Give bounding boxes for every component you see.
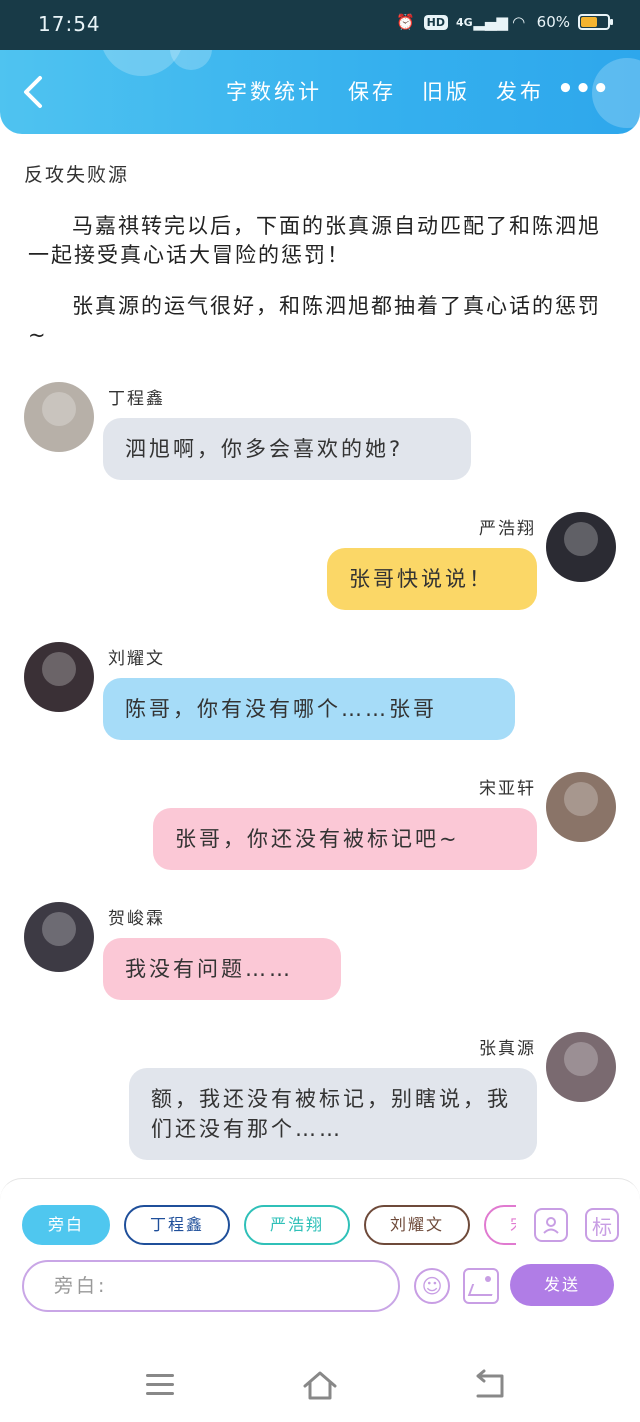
speaker-name: 宋亚轩	[479, 779, 536, 799]
send-button[interactable]: 发送	[510, 1264, 614, 1306]
role-chip[interactable]: 严浩翔	[244, 1205, 351, 1245]
chat-bubble[interactable]: 陈哥，你有没有哪个……张哥	[103, 678, 515, 740]
old-version-button[interactable]: 旧版	[422, 76, 470, 106]
back-button[interactable]	[18, 72, 54, 112]
more-button[interactable]: •••	[557, 74, 610, 104]
chat-bubble[interactable]: 额，我还没有被标记，别瞎说，我们还没有那个……	[129, 1068, 537, 1160]
avatar[interactable]	[24, 382, 94, 452]
avatar[interactable]	[24, 642, 94, 712]
story-title: 反攻失败源	[24, 164, 130, 186]
toolbar-actions: 字数统计 保存 旧版 发布	[226, 76, 544, 106]
avatar[interactable]	[546, 1032, 616, 1102]
person-card-icon[interactable]	[534, 1208, 568, 1242]
hd-icon: HD	[423, 14, 448, 30]
word-count-button[interactable]: 字数统计	[226, 76, 322, 106]
signal-icon: ▂▄▆	[473, 13, 508, 31]
battery-percent: 60%	[536, 13, 570, 31]
status-bar: 17:54 ⏰ HD 4G ▂▄▆ ◠ 60%	[0, 0, 640, 50]
story-paragraph: 马嘉祺转完以后，下面的张真源自动匹配了和陈泗旭一起接受真心话大冒险的惩罚！	[28, 214, 601, 267]
person-icon	[543, 1217, 559, 1234]
chat-bubble[interactable]: 我没有问题……	[103, 938, 341, 1000]
back-chevron-icon	[24, 76, 42, 108]
emoji-icon[interactable]: ☺	[414, 1268, 450, 1304]
status-time: 17:54	[38, 12, 101, 36]
story-paragraph: 张真源的运气很好，和陈泗旭都抽着了真心话的惩罚~	[28, 294, 601, 347]
alarm-icon: ⏰	[396, 13, 415, 31]
status-icons: ⏰ HD 4G ▂▄▆ ◠ 60%	[396, 12, 613, 32]
chat-bubble[interactable]: 泗旭啊，你多会喜欢的她?	[103, 418, 471, 480]
story-content: 反攻失败源 马嘉祺转完以后，下面的张真源自动匹配了和陈泗旭一起接受真心话大冒险的…	[0, 134, 640, 1178]
decor-bubble	[170, 50, 212, 70]
save-button[interactable]: 保存	[348, 76, 396, 106]
chat-bubble[interactable]: 张哥，你还没有被标记吧~	[153, 808, 537, 870]
speaker-name: 刘耀文	[108, 649, 165, 669]
battery-icon	[578, 14, 613, 30]
network-label: 4G	[455, 15, 473, 29]
system-nav-bar	[0, 1348, 640, 1422]
image-icon[interactable]	[463, 1268, 499, 1304]
publish-button[interactable]: 发布	[496, 76, 544, 106]
speaker-name: 贺峻霖	[108, 909, 165, 929]
home-icon[interactable]	[300, 1368, 340, 1402]
speaker-name: 丁程鑫	[108, 389, 165, 409]
back-icon[interactable]	[470, 1368, 510, 1402]
speaker-name: 张真源	[479, 1039, 536, 1059]
top-toolbar: 字数统计 保存 旧版 发布 •••	[0, 50, 640, 134]
avatar[interactable]	[546, 512, 616, 582]
dialogue-input[interactable]: 旁白:	[22, 1260, 400, 1312]
role-chip[interactable]: 丁程鑫	[124, 1205, 231, 1245]
role-chip[interactable]: 宋亚轩	[484, 1205, 516, 1245]
wifi-icon: ◠	[512, 13, 526, 31]
role-selector: 旁白 丁程鑫 严浩翔 刘耀文 宋亚轩	[22, 1205, 516, 1245]
chat-bubble[interactable]: 张哥快说说！	[327, 548, 537, 610]
role-chip[interactable]: 刘耀文	[364, 1205, 471, 1245]
avatar[interactable]	[24, 902, 94, 972]
mark-button[interactable]: 标	[585, 1208, 619, 1242]
speaker-name: 严浩翔	[479, 519, 536, 539]
avatar[interactable]	[546, 772, 616, 842]
role-chip-narrator[interactable]: 旁白	[22, 1205, 111, 1245]
composer-panel: 旁白 丁程鑫 严浩翔 刘耀文 宋亚轩 标 旁白: ☺ 发送	[0, 1178, 640, 1348]
menu-icon[interactable]	[140, 1368, 180, 1402]
